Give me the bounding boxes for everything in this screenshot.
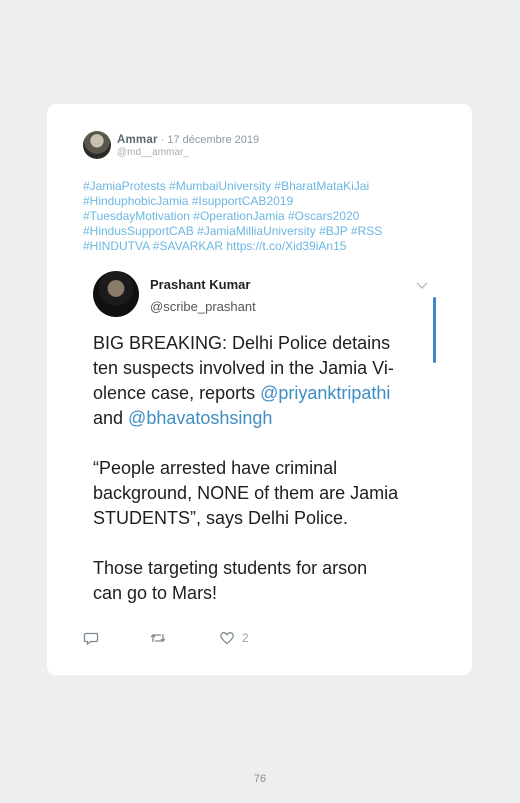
author-name[interactable]: Ammar xyxy=(117,134,158,146)
quoted-text-line: olence case, reports @priyanktripathi xyxy=(93,381,433,406)
quoted-avatar[interactable] xyxy=(93,271,139,317)
quoted-text-line: BIG BREAKING: Delhi Police detains xyxy=(93,333,391,353)
quoted-tweet-body: BIG BREAKING: Delhi Police detains ten s… xyxy=(93,331,433,606)
tweet-text: #JamiaProtests #MumbaiUniversity #Bharat… xyxy=(83,179,433,254)
hashtag-line[interactable]: #TuesdayMotivation #OperationJamia #Osca… xyxy=(83,209,359,223)
hashtag-line[interactable]: #HinduphobicJamia #IsupportCAB2019 xyxy=(83,194,293,208)
quoted-text-line: Those targeting students for arson xyxy=(93,558,368,578)
quoted-text: olence case, reports xyxy=(93,383,261,403)
hashtag-line[interactable]: #JamiaProtests #MumbaiUniversity #Bharat… xyxy=(83,179,369,193)
chevron-down-icon[interactable] xyxy=(415,278,429,292)
tweet-card: Ammar · 17 décembre 2019 @md__ammar_ #Jam… xyxy=(47,104,472,675)
mention-link[interactable]: @priyanktripathi xyxy=(260,383,390,403)
mention-link[interactable]: @bhavatoshsingh xyxy=(128,408,272,428)
retweet-icon[interactable] xyxy=(149,630,167,646)
scrollbar[interactable] xyxy=(433,297,436,363)
quoted-text-line: “People arrested have criminal xyxy=(93,458,338,478)
page-number: 76 xyxy=(253,773,267,785)
tweet-actions: 2 xyxy=(83,630,283,648)
author-avatar[interactable] xyxy=(83,131,111,159)
author-handle[interactable]: @md__ammar_ xyxy=(117,147,189,158)
hashtag-line[interactable]: #HINDUTVA #SAVARKAR https://t.co/Xid39iA… xyxy=(83,239,346,253)
like-count: 2 xyxy=(242,631,249,645)
quoted-text-line: and @bhavatoshsingh xyxy=(93,406,433,431)
reply-icon[interactable] xyxy=(83,630,99,646)
hashtag-line[interactable]: #HindusSupportCAB #JamiaMilliaUniversity… xyxy=(83,224,382,238)
quoted-text-line: STUDENTS”, says Delhi Police. xyxy=(93,508,349,528)
quoted-text-line: background, NONE of them are Jamia xyxy=(93,483,399,503)
tweet-date[interactable]: · 17 décembre 2019 xyxy=(161,134,259,146)
quoted-text-line: ten suspects involved in the Jamia Vi- xyxy=(93,358,394,378)
quoted-text-line: can go to Mars! xyxy=(93,583,218,603)
author-line: Ammar · 17 décembre 2019 xyxy=(117,134,259,146)
quoted-author-name[interactable]: Prashant Kumar xyxy=(150,277,250,292)
quoted-author-handle[interactable]: @scribe_prashant xyxy=(150,299,256,314)
quoted-text: and xyxy=(93,408,129,428)
like-icon[interactable] xyxy=(219,630,235,646)
